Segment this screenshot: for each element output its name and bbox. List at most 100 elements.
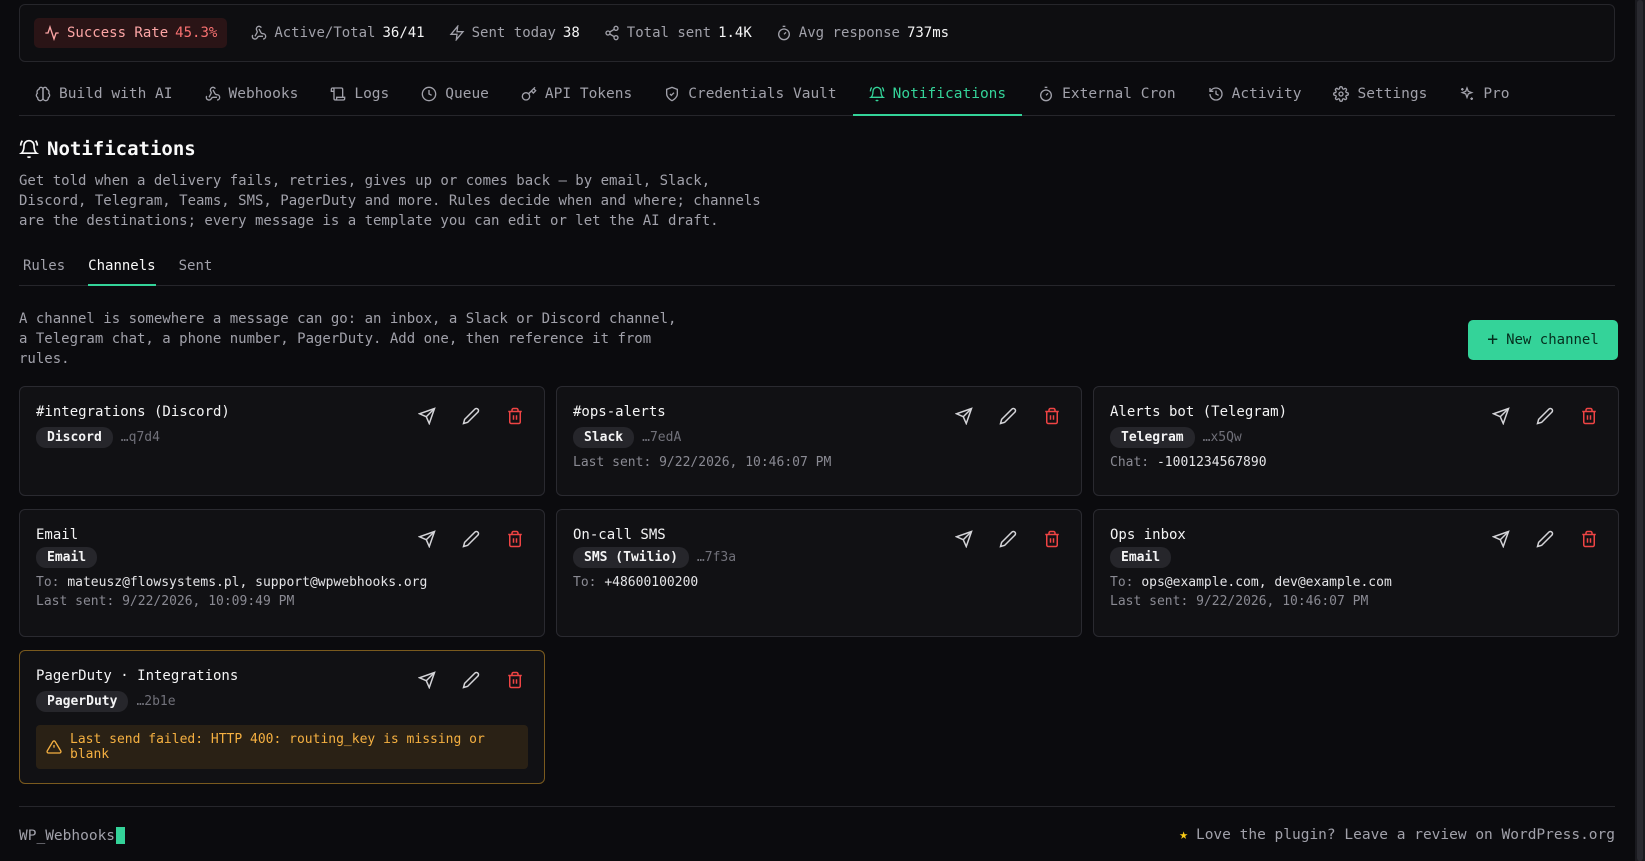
- scrollbar[interactable]: [1635, 0, 1645, 861]
- recipients: To: ops@example.com, dev@example.com: [1110, 575, 1602, 590]
- channel-card: PagerDuty · Integrations PagerDuty …2b1e…: [19, 650, 545, 784]
- delete-icon[interactable]: [1580, 407, 1600, 427]
- page-title-text: Notifications: [47, 138, 196, 160]
- active-total-stat: Active/Total 36/41: [251, 25, 425, 41]
- subtab-channels[interactable]: Channels: [88, 248, 156, 286]
- channel-type-badge: Discord: [36, 427, 113, 448]
- tab-label: Notifications: [892, 86, 1007, 102]
- send-test-icon[interactable]: [1492, 407, 1512, 427]
- edit-icon[interactable]: [1536, 407, 1556, 427]
- key-icon: [521, 86, 537, 102]
- total-sent-label: Total sent: [626, 25, 712, 41]
- success-rate-stat: Success Rate 45.3%: [34, 18, 228, 48]
- tab-build-with-ai[interactable]: Build with AI: [19, 74, 189, 116]
- share-icon: [604, 25, 620, 41]
- avg-response-value: 737ms: [906, 25, 950, 41]
- history-icon: [1208, 86, 1224, 102]
- channel-card: #integrations (Discord) Discord …q7d4: [19, 386, 545, 496]
- channel-card: On-call SMS SMS (Twilio) …7f3a To: +4860…: [556, 509, 1082, 637]
- delete-icon[interactable]: [1043, 407, 1063, 427]
- last-sent: Last sent: 9/22/2026, 10:46:07 PM: [1110, 594, 1602, 609]
- scroll-icon: [330, 86, 346, 102]
- description-line: Get told when a delivery fails, retries,…: [19, 173, 711, 189]
- star-icon: ★: [1179, 827, 1188, 843]
- new-channel-button[interactable]: + New channel: [1468, 320, 1618, 360]
- tab-label: API Tokens: [544, 86, 633, 102]
- tab-credentials-vault[interactable]: Credentials Vault: [648, 74, 852, 116]
- to-label: To:: [573, 575, 597, 590]
- chat-label: Chat:: [1110, 455, 1150, 470]
- page-description: Get told when a delivery fails, retries,…: [19, 171, 779, 231]
- edit-icon[interactable]: [462, 530, 482, 550]
- edit-icon[interactable]: [462, 407, 482, 427]
- total-sent-value: 1.4K: [718, 25, 752, 41]
- cursor-block: [116, 827, 126, 844]
- send-test-icon[interactable]: [1492, 530, 1512, 550]
- delete-icon[interactable]: [1580, 530, 1600, 550]
- channel-card: Ops inbox Email To: ops@example.com, dev…: [1093, 509, 1619, 637]
- delete-icon[interactable]: [506, 671, 526, 691]
- tab-label: Activity: [1231, 86, 1302, 102]
- to-label: To:: [36, 575, 60, 590]
- tab-settings[interactable]: Settings: [1317, 74, 1443, 116]
- chat-id: Chat: -1001234567890: [1110, 455, 1602, 470]
- channel-key-suffix: …x5Qw: [1202, 430, 1242, 445]
- tab-pro[interactable]: Pro: [1443, 74, 1525, 116]
- warning-icon: [46, 739, 62, 755]
- send-test-icon[interactable]: [418, 530, 438, 550]
- tab-external-cron[interactable]: External Cron: [1022, 74, 1192, 116]
- channels-intro: A channel is somewhere a message can go:…: [19, 309, 699, 369]
- tab-notifications[interactable]: Notifications: [852, 74, 1023, 116]
- recipients: To: mateusz@flowsystems.pl, support@wpwe…: [36, 575, 528, 590]
- tab-label: Settings: [1357, 86, 1428, 102]
- avg-response-stat: Avg response 737ms: [776, 25, 949, 41]
- channel-type-badge: Telegram: [1110, 427, 1195, 448]
- total-sent-stat: Total sent 1.4K: [604, 25, 752, 41]
- channel-key-suffix: …q7d4: [120, 430, 160, 445]
- delete-icon[interactable]: [506, 530, 526, 550]
- stats-bar: Success Rate 45.3% Active/Total 36/41 Se…: [19, 4, 1615, 62]
- chat-value: -1001234567890: [1156, 455, 1267, 470]
- channel-type-badge: Slack: [573, 427, 635, 448]
- edit-icon[interactable]: [1536, 530, 1556, 550]
- tab-activity[interactable]: Activity: [1192, 74, 1318, 116]
- to-value: mateusz@flowsystems.pl, support@wpwebhoo…: [67, 575, 428, 590]
- gear-icon: [1333, 86, 1350, 102]
- sent-today-stat: Sent today 38: [449, 25, 580, 41]
- channel-card: Alerts bot (Telegram) Telegram …x5Qw Cha…: [1093, 386, 1619, 496]
- intro-line: a Telegram chat, a phone number, PagerDu…: [19, 331, 652, 347]
- delete-icon[interactable]: [1043, 530, 1063, 550]
- send-error-alert: Last send failed: HTTP 400: routing_key …: [36, 725, 528, 769]
- edit-icon[interactable]: [999, 530, 1019, 550]
- tab-queue[interactable]: Queue: [405, 74, 505, 116]
- tab-label: Pro: [1483, 86, 1510, 102]
- subtab-sent[interactable]: Sent: [175, 248, 217, 286]
- last-sent-value: 9/22/2026, 10:09:49 PM: [122, 594, 295, 609]
- channel-key-suffix: …7f3a: [696, 550, 737, 565]
- channel-card: #ops-alerts Slack …7edA Last sent: 9/22/…: [556, 386, 1082, 496]
- edit-icon[interactable]: [462, 671, 482, 691]
- send-test-icon[interactable]: [955, 530, 975, 550]
- notification-subtabs: Rules Channels Sent: [19, 248, 1615, 286]
- scrollbar-thumb[interactable]: [1637, 0, 1643, 861]
- edit-icon[interactable]: [999, 407, 1019, 427]
- clock-icon: [421, 86, 437, 102]
- review-text: Love the plugin? Leave a review on WordP…: [1195, 827, 1615, 843]
- tab-webhooks[interactable]: Webhooks: [189, 74, 315, 116]
- send-test-icon[interactable]: [418, 407, 438, 427]
- delete-icon[interactable]: [506, 407, 526, 427]
- last-sent-label: Last sent:: [1110, 594, 1189, 609]
- tab-api-tokens[interactable]: API Tokens: [505, 74, 648, 116]
- success-rate-value: 45.3%: [175, 25, 218, 41]
- send-test-icon[interactable]: [418, 671, 438, 691]
- tab-label: External Cron: [1062, 86, 1176, 102]
- tab-logs[interactable]: Logs: [314, 74, 405, 116]
- send-error-text: Last send failed: HTTP 400: routing_key …: [70, 732, 485, 762]
- avg-response-label: Avg response: [798, 25, 900, 41]
- timer-icon: [1038, 86, 1054, 102]
- send-test-icon[interactable]: [955, 407, 975, 427]
- sent-today-label: Sent today: [471, 25, 556, 41]
- subtab-rules[interactable]: Rules: [19, 248, 69, 286]
- zap-icon: [449, 25, 465, 41]
- review-link[interactable]: ★ Love the plugin? Leave a review on Wor…: [1179, 827, 1615, 843]
